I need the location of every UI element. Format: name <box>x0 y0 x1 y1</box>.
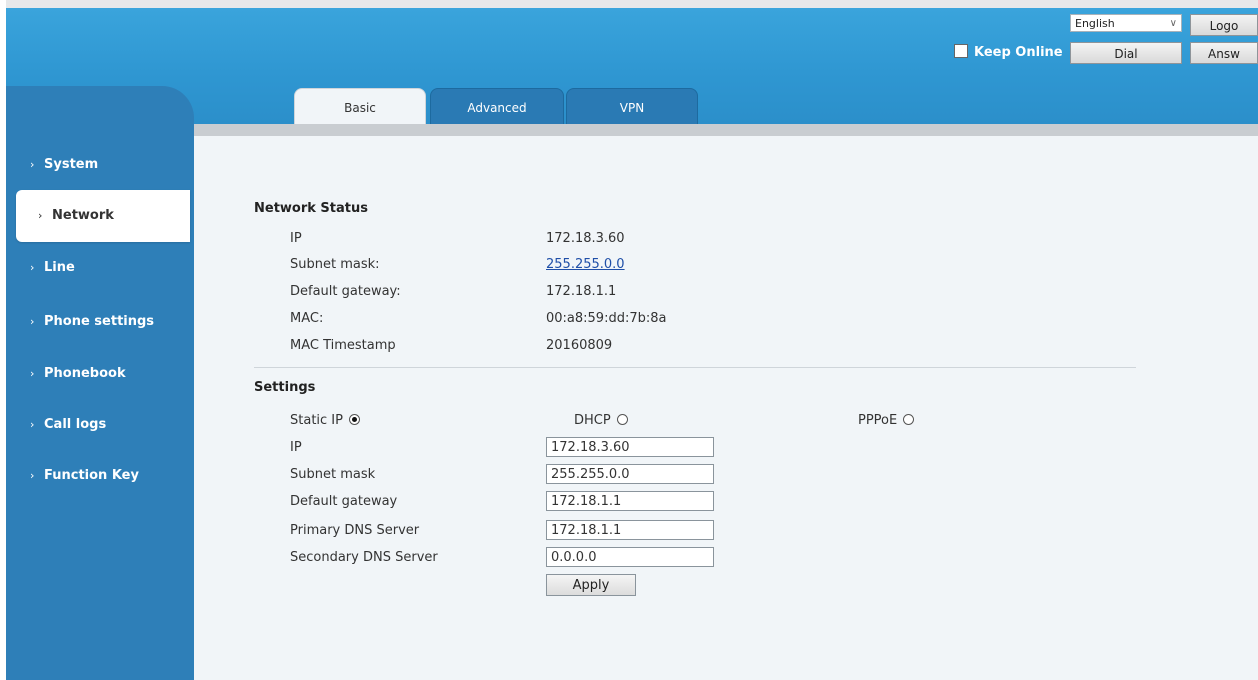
primary-dns-input[interactable] <box>546 520 714 540</box>
language-select-value: English <box>1075 17 1115 30</box>
dial-button[interactable]: Dial <box>1070 42 1182 64</box>
sidebar-item-label: Phonebook <box>44 366 126 381</box>
network-status-title: Network Status <box>254 201 368 216</box>
top-strip <box>6 0 1258 8</box>
tab-basic[interactable]: Basic <box>294 88 426 127</box>
sidebar-item-network[interactable]: › Network <box>16 190 190 242</box>
pppoe-option[interactable]: PPPoE <box>858 413 915 428</box>
status-value: 172.18.3.60 <box>546 231 625 246</box>
primary-dns-field-label: Primary DNS Server <box>290 523 420 538</box>
sidebar-item-label: Line <box>44 260 75 275</box>
chevron-right-icon: › <box>30 367 35 380</box>
language-select[interactable]: English ∨ <box>1070 14 1182 32</box>
sidebar-item-system[interactable]: › System <box>6 139 194 191</box>
chevron-right-icon: › <box>30 158 35 171</box>
tab-vpn[interactable]: VPN <box>566 88 698 127</box>
static-ip-radio[interactable] <box>348 414 360 425</box>
dhcp-label: DHCP <box>574 413 611 428</box>
default-gateway-field-label: Default gateway <box>290 494 398 509</box>
chevron-right-icon: › <box>30 469 35 482</box>
sidebar-item-label: Call logs <box>44 417 107 432</box>
dhcp-radio[interactable] <box>616 414 628 425</box>
answer-button[interactable]: Answ <box>1190 42 1258 64</box>
logout-button[interactable]: Logo <box>1190 14 1258 36</box>
status-label: Subnet mask: <box>290 257 380 272</box>
keep-online-toggle[interactable]: Keep Online <box>954 44 1063 62</box>
sidebar-item-label: Function Key <box>44 468 139 483</box>
pppoe-label: PPPoE <box>858 413 898 428</box>
status-value: 20160809 <box>546 338 613 353</box>
subnet-mask-field-label: Subnet mask <box>290 467 376 482</box>
chevron-right-icon: › <box>30 261 35 274</box>
subnet-mask-link[interactable]: 255.255.0.0 <box>546 257 625 272</box>
keep-online-label: Keep Online <box>974 45 1063 60</box>
section-divider <box>254 367 1136 368</box>
status-value: 172.18.1.1 <box>546 284 617 299</box>
status-label: Default gateway: <box>290 284 401 299</box>
ip-input[interactable] <box>546 437 714 457</box>
chevron-right-icon: › <box>38 209 43 222</box>
pppoe-radio[interactable] <box>903 414 915 425</box>
dhcp-option[interactable]: DHCP <box>574 413 628 428</box>
apply-button[interactable]: Apply <box>546 574 636 596</box>
secondary-dns-field-label: Secondary DNS Server <box>290 550 438 565</box>
keep-online-checkbox[interactable] <box>954 44 968 58</box>
sidebar-item-call-logs[interactable]: › Call logs <box>6 399 194 451</box>
static-ip-option[interactable]: Static IP <box>290 413 360 428</box>
tab-basic-label: Basic <box>344 101 376 115</box>
sidebar-item-label: Phone settings <box>44 314 155 329</box>
secondary-dns-input[interactable] <box>546 547 714 567</box>
status-label: MAC: <box>290 311 324 326</box>
sidebar-item-phone-settings[interactable]: › Phone settings <box>6 296 194 348</box>
ip-field-label: IP <box>290 440 302 455</box>
tab-advanced-label: Advanced <box>467 101 527 115</box>
tab-underline-band <box>192 124 1258 136</box>
sidebar-item-function-key[interactable]: › Function Key <box>6 450 194 502</box>
settings-title: Settings <box>254 380 316 395</box>
tab-advanced[interactable]: Advanced <box>430 88 564 127</box>
chevron-right-icon: › <box>30 315 35 328</box>
chevron-right-icon: › <box>30 418 35 431</box>
sidebar-item-label: System <box>44 157 99 172</box>
app-frame: English ∨ Logo Keep Online Dial Answ Bas… <box>6 0 1258 680</box>
sidebar-item-label: Network <box>52 208 114 223</box>
chevron-down-icon: ∨ <box>1169 18 1177 29</box>
static-ip-label: Static IP <box>290 413 343 428</box>
sidebar-item-line[interactable]: › Line <box>6 242 194 294</box>
status-value: 00:a8:59:dd:7b:8a <box>546 311 667 326</box>
status-label: MAC Timestamp <box>290 338 396 353</box>
status-label: IP <box>290 231 302 246</box>
subnet-mask-input[interactable] <box>546 464 714 484</box>
sidebar-item-phonebook[interactable]: › Phonebook <box>6 348 194 400</box>
default-gateway-input[interactable] <box>546 491 714 511</box>
tab-vpn-label: VPN <box>619 101 645 115</box>
